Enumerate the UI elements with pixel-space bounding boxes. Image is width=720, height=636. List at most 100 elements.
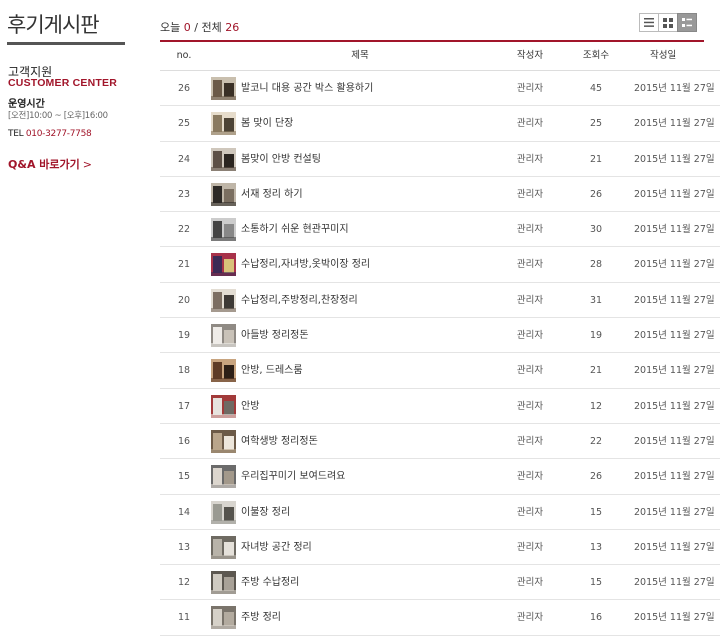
post-thumbnail[interactable] xyxy=(211,535,236,559)
post-thumbnail[interactable] xyxy=(211,182,236,206)
post-views: 25 xyxy=(589,118,603,130)
post-thumbnail[interactable] xyxy=(211,324,236,348)
post-counts: 오늘 0 / 전체 26 xyxy=(160,19,239,35)
gallery-view-button[interactable] xyxy=(658,13,678,32)
post-date: 2015년 11월 27일 xyxy=(634,400,715,412)
row-number: 25 xyxy=(177,118,191,130)
post-date: 2015년 11월 27일 xyxy=(634,224,715,236)
post-writer: 관리자 xyxy=(516,435,544,447)
post-title-link[interactable]: 발코니 대용 공간 박스 활용하기 xyxy=(241,71,373,106)
post-views: 13 xyxy=(589,541,603,553)
post-title-link[interactable]: 봄 맞이 단장 xyxy=(241,106,293,141)
gallery-view-icon xyxy=(663,17,673,28)
post-writer: 관리자 xyxy=(516,259,544,271)
row-number: 17 xyxy=(177,400,191,412)
row-number: 18 xyxy=(177,365,191,377)
post-title-link[interactable]: 소통하기 쉬운 현관꾸미지 xyxy=(241,212,349,247)
post-views: 28 xyxy=(589,259,603,271)
row-number: 24 xyxy=(177,153,191,165)
post-views: 26 xyxy=(589,188,603,200)
post-title-link[interactable]: 서재 정리 하기 xyxy=(241,177,303,212)
row-number: 19 xyxy=(177,330,191,342)
post-thumbnail[interactable] xyxy=(211,218,236,242)
post-title-link[interactable]: 수납정리,자녀방,옷박이장 정리 xyxy=(241,247,370,282)
post-writer: 관리자 xyxy=(516,330,544,342)
today-count: 0 xyxy=(183,21,191,34)
post-thumbnail[interactable] xyxy=(211,359,236,383)
table-row[interactable]: 21 수납정리,자녀방,옷박이장 정리 관리자 28 2015년 11월 27일 xyxy=(160,247,720,283)
page-title: 후기게시판 xyxy=(7,13,100,37)
post-date: 2015년 11월 27일 xyxy=(634,83,715,94)
table-row[interactable]: 26 발코니 대용 공간 박스 활용하기 관리자 45 2015년 11월 27일 xyxy=(160,71,720,107)
qna-link[interactable]: Q&A 바로가기 > xyxy=(8,156,92,172)
post-title-link[interactable]: 봄맞이 안방 컨설팅 xyxy=(241,142,321,177)
header-views: 조회수 xyxy=(582,50,610,61)
post-writer: 관리자 xyxy=(516,506,544,518)
post-title-link[interactable]: 수납정리,주방정리,찬장정리 xyxy=(241,283,358,318)
post-date: 2015년 11월 27일 xyxy=(634,259,715,271)
row-number: 23 xyxy=(177,188,191,200)
table-row[interactable]: 19 아들방 정리정돈 관리자 19 2015년 11월 27일 xyxy=(160,318,720,354)
row-number: 26 xyxy=(177,83,191,94)
post-views: 16 xyxy=(589,612,603,624)
post-views: 26 xyxy=(589,471,603,483)
post-title-link[interactable]: 안방, 드레스룸 xyxy=(241,353,303,388)
post-thumbnail[interactable] xyxy=(211,253,236,277)
list-view-button[interactable] xyxy=(639,13,659,32)
post-thumbnail[interactable] xyxy=(211,500,236,524)
post-thumbnail[interactable] xyxy=(211,288,236,312)
post-date: 2015년 11월 27일 xyxy=(634,577,715,589)
table-row[interactable]: 13 자녀방 공간 정리 관리자 13 2015년 11월 27일 xyxy=(160,530,720,566)
table-row[interactable]: 24 봄맞이 안방 컨설팅 관리자 21 2015년 11월 27일 xyxy=(160,142,720,177)
post-thumbnail[interactable] xyxy=(211,77,236,100)
post-thumbnail[interactable] xyxy=(211,606,236,630)
post-title-link[interactable]: 아들방 정리정돈 xyxy=(241,318,309,353)
post-thumbnail[interactable] xyxy=(211,571,236,595)
row-number: 11 xyxy=(177,612,191,624)
row-number: 20 xyxy=(177,294,191,306)
table-body: 26 발코니 대용 공간 박스 활용하기 관리자 45 2015년 11월 27일 25 봄… xyxy=(160,71,720,636)
post-writer: 관리자 xyxy=(516,612,544,624)
thumbnail-list-view-button[interactable] xyxy=(677,13,697,32)
table-row[interactable]: 20 수납정리,주방정리,찬장정리 관리자 31 2015년 11월 27일 xyxy=(160,283,720,319)
table-row[interactable]: 18 안방, 드레스룸 관리자 21 2015년 11월 27일 xyxy=(160,353,720,389)
table-row[interactable]: 25 봄 맞이 단장 관리자 25 2015년 11월 27일 xyxy=(160,106,720,142)
tel-label: TEL xyxy=(8,129,24,139)
post-views: 21 xyxy=(589,153,603,165)
table-row[interactable]: 17 안방 관리자 12 2015년 11월 27일 xyxy=(160,389,720,424)
table-row[interactable]: 15 우리집꾸미기 보여드려요 관리자 26 2015년 11월 27일 xyxy=(160,459,720,495)
qna-link-label: Q&A 바로가기 xyxy=(8,158,80,171)
post-date: 2015년 11월 27일 xyxy=(634,294,715,306)
row-number: 15 xyxy=(177,471,191,483)
post-views: 19 xyxy=(589,330,603,342)
chevron-right-icon: > xyxy=(82,158,92,171)
table-row[interactable]: 23 서재 정리 하기 관리자 26 2015년 11월 27일 xyxy=(160,177,720,213)
table-row[interactable]: 14 이불장 정리 관리자 15 2015년 11월 27일 xyxy=(160,495,720,530)
table-row[interactable]: 11 주방 정리 관리자 16 2015년 11월 27일 xyxy=(160,600,720,636)
post-thumbnail[interactable] xyxy=(211,465,236,489)
post-date: 2015년 11월 27일 xyxy=(634,506,715,518)
post-thumbnail[interactable] xyxy=(211,394,236,418)
post-title-link[interactable]: 이불장 정리 xyxy=(241,495,290,530)
post-title-link[interactable]: 여학생방 정리정돈 xyxy=(241,424,318,459)
total-label: 전체 xyxy=(201,21,222,34)
table-row[interactable]: 12 주방 수납정리 관리자 15 2015년 11월 27일 xyxy=(160,565,720,601)
post-title-link[interactable]: 주방 정리 xyxy=(241,600,281,635)
post-date: 2015년 11월 27일 xyxy=(634,365,715,377)
post-title-link[interactable]: 주방 수납정리 xyxy=(241,565,299,600)
post-views: 31 xyxy=(589,294,603,306)
post-title-link[interactable]: 자녀방 공간 정리 xyxy=(241,530,312,565)
post-title-link[interactable]: 안방 xyxy=(241,389,259,424)
post-writer: 관리자 xyxy=(516,118,544,130)
post-thumbnail[interactable] xyxy=(211,429,236,453)
row-number: 16 xyxy=(177,435,191,447)
post-thumbnail[interactable] xyxy=(211,147,236,171)
post-date: 2015년 11월 27일 xyxy=(634,471,715,483)
post-writer: 관리자 xyxy=(516,400,544,412)
table-row[interactable]: 16 여학생방 정리정돈 관리자 22 2015년 11월 27일 xyxy=(160,424,720,460)
row-number: 13 xyxy=(177,541,191,553)
post-views: 15 xyxy=(589,577,603,589)
table-row[interactable]: 22 소통하기 쉬운 현관꾸미지 관리자 30 2015년 11월 27일 xyxy=(160,212,720,248)
post-thumbnail[interactable] xyxy=(211,112,236,136)
post-title-link[interactable]: 우리집꾸미기 보여드려요 xyxy=(241,459,345,494)
